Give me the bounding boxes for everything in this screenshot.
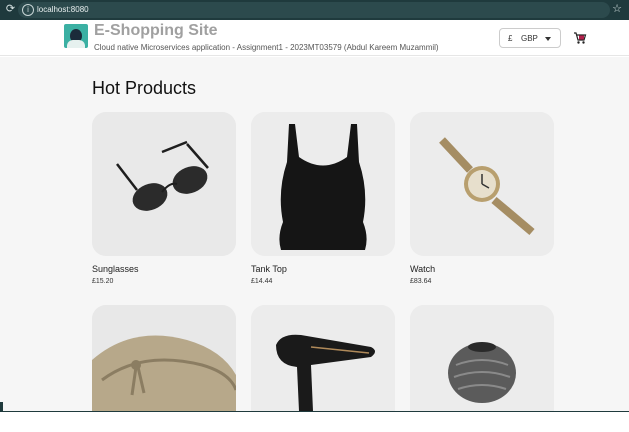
product-image[interactable]	[410, 305, 554, 411]
scrollbar-handle[interactable]	[0, 402, 3, 411]
product-price: £83.64	[410, 278, 432, 285]
main-content: Hot Products Sunglasses £15.20 Tank Top …	[0, 57, 629, 411]
bottom-strip	[0, 411, 629, 432]
product-image[interactable]	[251, 112, 395, 256]
currency-code: GBP	[521, 34, 538, 43]
product-image[interactable]	[410, 112, 554, 256]
address-bar[interactable]	[18, 2, 610, 18]
product-price: £14.44	[251, 278, 273, 285]
product-name[interactable]: Tank Top	[251, 264, 287, 275]
product-image[interactable]	[251, 305, 395, 411]
cart-icon[interactable]	[573, 31, 587, 45]
star-icon[interactable]: ☆	[610, 2, 624, 17]
product-name[interactable]: Watch	[410, 264, 435, 275]
site-subtitle: Cloud native Microservices application -…	[94, 43, 439, 52]
info-icon[interactable]: i	[22, 4, 34, 16]
reload-icon[interactable]: ⟳	[4, 3, 17, 16]
watch-image	[410, 112, 554, 256]
hair-dryer-image	[251, 305, 395, 411]
site-header: E-Shopping Site Cloud native Microservic…	[0, 20, 629, 56]
candle-holder-image	[410, 305, 554, 411]
site-title[interactable]: E-Shopping Site	[94, 22, 218, 40]
address-bar-url[interactable]: localhost:8080	[37, 3, 89, 16]
browser-toolbar: ⟳ i localhost:8080 ☆	[0, 0, 629, 20]
logo-shirt-shape	[67, 40, 85, 48]
product-image[interactable]	[92, 112, 236, 256]
section-title: Hot Products	[92, 78, 197, 98]
site-logo[interactable]	[64, 24, 88, 48]
product-image[interactable]	[92, 305, 236, 411]
currency-selector[interactable]: £ GBP	[499, 28, 561, 48]
chevron-down-icon	[545, 37, 551, 41]
tank-top-image	[251, 112, 395, 256]
loafers-image	[92, 305, 236, 411]
sunglasses-image	[92, 112, 236, 256]
product-name[interactable]: Sunglasses	[92, 264, 139, 275]
product-price: £15.20	[92, 278, 114, 285]
currency-symbol: £	[508, 34, 513, 43]
